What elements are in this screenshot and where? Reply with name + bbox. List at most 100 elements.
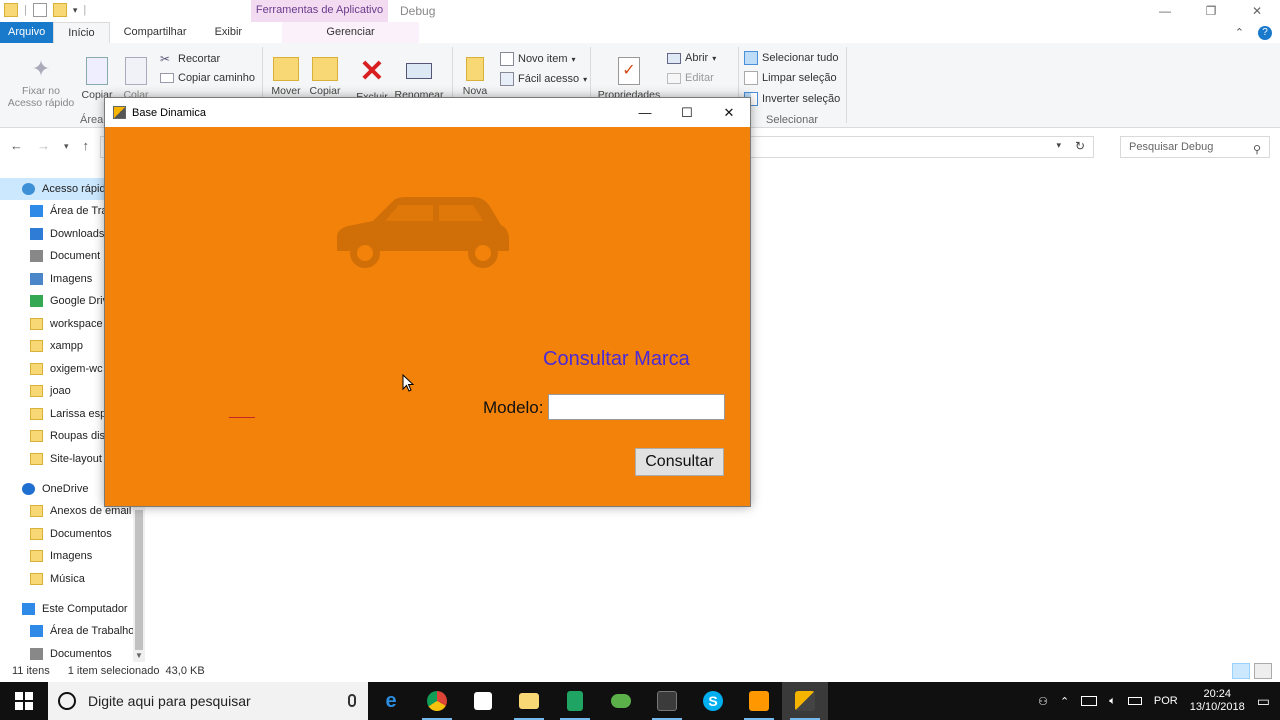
- sidebar-item[interactable]: Imagens: [0, 545, 133, 567]
- volume-icon[interactable]: 🔈︎: [1109, 695, 1116, 708]
- onedrive-icon: [22, 483, 35, 495]
- properties-icon[interactable]: [32, 3, 47, 17]
- taskbar-skype[interactable]: S: [690, 682, 736, 720]
- network-icon[interactable]: [1081, 696, 1098, 706]
- microphone-icon[interactable]: [348, 694, 356, 707]
- copy-path-button[interactable]: Copiar caminho: [160, 72, 255, 84]
- context-tab-header: Ferramentas de Aplicativo: [251, 0, 388, 22]
- sidebar-item[interactable]: Música: [0, 568, 133, 590]
- chevron-down-icon[interactable]: ▾: [73, 5, 78, 16]
- new-item-button[interactable]: Novo item ▾: [500, 52, 576, 66]
- folder-icon: [30, 340, 43, 352]
- edit-button[interactable]: Editar: [667, 72, 714, 84]
- new-folder-icon[interactable]: [52, 3, 67, 17]
- people-icon[interactable]: ⚇: [1038, 695, 1048, 708]
- notification-center-icon[interactable]: ▭: [1257, 693, 1270, 710]
- minimize-button[interactable]: —: [1142, 0, 1188, 22]
- taskbar-search-box[interactable]: Digite aqui para pesquisar: [48, 682, 368, 720]
- delete-button[interactable]: ✕ Excluir: [354, 49, 390, 104]
- scroll-thumb[interactable]: [135, 510, 143, 650]
- properties-button[interactable]: ✓ Propriedades: [596, 49, 662, 101]
- folder-icon: [30, 550, 43, 562]
- folder-icon: [30, 318, 43, 330]
- sidebar-item[interactable]: Área de Trabalho: [0, 620, 133, 642]
- pin-to-quick-access-button[interactable]: ✦ Fixar no Acesso rápido: [6, 49, 76, 110]
- rename-button[interactable]: Renomear: [392, 49, 446, 101]
- dialog-minimize-button[interactable]: —: [624, 98, 666, 127]
- new-folder-button[interactable]: Nova: [458, 49, 492, 97]
- dialog-maximize-button[interactable]: ☐: [666, 98, 708, 127]
- car-icon: [337, 197, 509, 268]
- taskbar-file-explorer[interactable]: [506, 682, 552, 720]
- select-none-button[interactable]: Limpar seleção: [744, 71, 837, 85]
- tab-home[interactable]: Início: [53, 22, 110, 43]
- paste-button[interactable]: Colar: [118, 49, 154, 101]
- chevron-up-icon[interactable]: ⌃: [1235, 26, 1244, 39]
- copy-to-button[interactable]: Copiar: [306, 49, 344, 97]
- taskbar-edge[interactable]: e: [368, 682, 414, 720]
- cortana-icon: [58, 692, 76, 710]
- mouse-cursor-icon: [402, 374, 414, 392]
- details-view-button[interactable]: [1232, 663, 1250, 679]
- folder-icon: [30, 363, 43, 375]
- large-icons-view-button[interactable]: [1254, 663, 1272, 679]
- edit-icon: [667, 72, 681, 84]
- up-arrow-icon[interactable]: ↑: [83, 138, 90, 154]
- sidebar-item[interactable]: Este Computador: [0, 598, 133, 620]
- battery-icon[interactable]: [1127, 697, 1142, 705]
- chevron-down-icon: ▾: [571, 54, 576, 64]
- new-folder-icon: [466, 57, 484, 81]
- sidebar-item[interactable]: Documentos: [0, 643, 133, 665]
- help-icon[interactable]: ?: [1258, 25, 1272, 40]
- start-button[interactable]: [0, 682, 48, 720]
- restore-button[interactable]: ❐: [1188, 0, 1234, 22]
- search-icon: ⚲: [1252, 144, 1261, 156]
- select-all-button[interactable]: Selecionar tudo: [744, 51, 838, 65]
- taskbar-base-dinamica[interactable]: [782, 682, 828, 720]
- tab-file[interactable]: Arquivo: [0, 22, 54, 43]
- refresh-icon[interactable]: ↻: [1075, 139, 1085, 153]
- ribbon-tabs: Arquivo Início Compartilhar Exibir Geren…: [0, 22, 1280, 43]
- move-to-button[interactable]: Mover: [268, 49, 304, 97]
- scroll-down-icon[interactable]: ▼: [135, 651, 143, 660]
- path-icon: [160, 73, 174, 83]
- search-input[interactable]: Pesquisar Debug ⚲: [1120, 136, 1270, 158]
- clock[interactable]: 20:24 13/10/2018: [1190, 688, 1245, 714]
- show-hidden-icons-chevron-icon[interactable]: ⌃: [1060, 695, 1069, 708]
- decorative-red-line: [229, 417, 255, 418]
- back-arrow-icon[interactable]: ←: [10, 138, 23, 154]
- close-button[interactable]: ✕: [1234, 0, 1280, 22]
- tab-share[interactable]: Compartilhar: [110, 22, 201, 43]
- cut-button[interactable]: ✂ Recortar: [160, 52, 220, 66]
- easy-access-button[interactable]: Fácil acesso ▾: [500, 72, 587, 86]
- sidebar-item[interactable]: Documentos: [0, 523, 133, 545]
- select-none-icon: [744, 71, 758, 85]
- consultar-button[interactable]: Consultar: [635, 448, 724, 476]
- taskbar-sublime[interactable]: [736, 682, 782, 720]
- taskbar-cloud-app[interactable]: [598, 682, 644, 720]
- invert-selection-button[interactable]: Inverter seleção: [744, 92, 840, 106]
- taskbar-sheets[interactable]: [552, 682, 598, 720]
- taskbar-store[interactable]: [460, 682, 506, 720]
- address-dropdown-icon[interactable]: ▾: [1056, 140, 1061, 151]
- sidebar-item-label: Área de Tra: [50, 205, 108, 217]
- explorer-titlebar: | ▾ | Ferramentas de Aplicativo Debug — …: [0, 0, 1280, 22]
- forward-arrow-icon[interactable]: →: [37, 138, 50, 154]
- properties-check-icon: ✓: [618, 57, 640, 85]
- tab-view[interactable]: Exibir: [201, 22, 257, 43]
- modelo-input[interactable]: [548, 394, 725, 420]
- new-item-icon: [500, 52, 514, 66]
- store-bag-icon: [474, 692, 492, 710]
- recent-chevron-icon[interactable]: ▾: [64, 138, 69, 154]
- copy-button[interactable]: Copiar: [78, 49, 116, 101]
- sidebar-item-label: Acesso rápido: [42, 183, 112, 195]
- tab-manage[interactable]: Gerenciar: [282, 22, 420, 43]
- language-indicator[interactable]: POR: [1154, 695, 1178, 707]
- taskbar-chrome[interactable]: [414, 682, 460, 720]
- window-title: Debug: [400, 4, 436, 18]
- taskbar-visual-studio[interactable]: [644, 682, 690, 720]
- folder-icon: [4, 3, 18, 17]
- open-button[interactable]: Abrir ▾: [667, 52, 716, 64]
- dialog-titlebar[interactable]: Base Dinamica — ☐ ✕: [105, 98, 750, 127]
- dialog-close-button[interactable]: ✕: [708, 98, 750, 127]
